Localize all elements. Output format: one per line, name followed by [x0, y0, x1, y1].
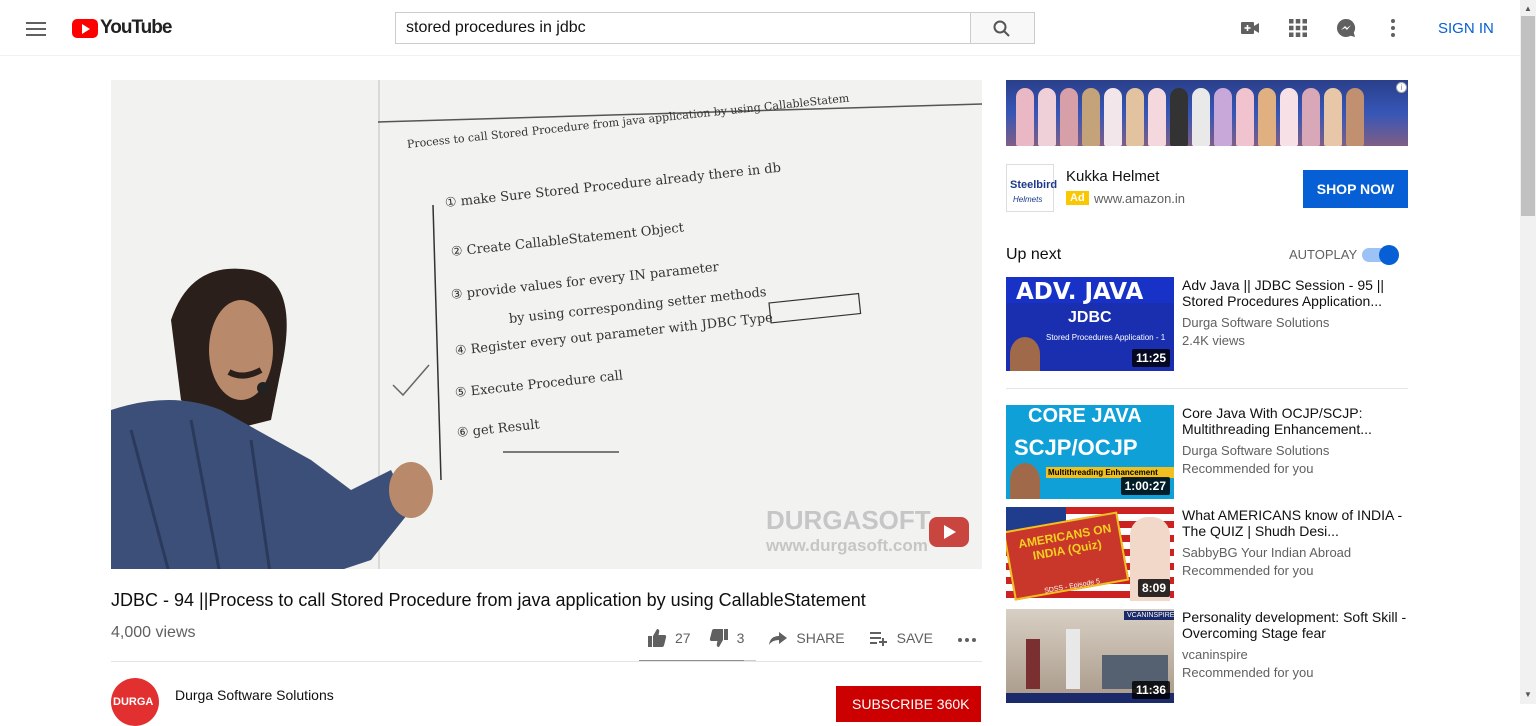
dislike-count: 3 — [736, 630, 745, 646]
thumb-subtitle: SCJP/OCJP — [1014, 435, 1138, 460]
video-meta: Recommended for you — [1182, 563, 1314, 578]
video-thumbnail[interactable]: ADV. JAVA JDBC Stored Procedures Applica… — [1006, 277, 1174, 371]
search-input[interactable]: stored procedures in jdbc — [395, 12, 971, 44]
like-button[interactable]: 27 — [647, 628, 691, 648]
youtube-watermark-icon[interactable] — [929, 517, 969, 547]
like-count: 27 — [675, 630, 691, 646]
scroll-up-icon[interactable]: ▲ — [1524, 4, 1532, 13]
ad-title[interactable]: Kukka Helmet — [1066, 168, 1159, 185]
video-duration: 11:36 — [1131, 681, 1170, 699]
recommended-video[interactable]: ADV. JAVA JDBC Stored Procedures Applica… — [1006, 277, 1408, 371]
ad-banner-people — [1016, 88, 1368, 146]
channel-name[interactable]: Durga Software Solutions — [175, 687, 334, 703]
video-player[interactable]: Process to call Stored Procedure from ja… — [111, 80, 982, 569]
recommended-video[interactable]: CORE JAVA SCJP/OCJP Multithreading Enhan… — [1006, 405, 1408, 499]
thumb-brand: VCANINSPIRE — [1124, 611, 1174, 620]
save-button[interactable]: SAVE — [869, 628, 933, 648]
scroll-down-icon[interactable]: ▼ — [1524, 690, 1532, 699]
video-meta: Recommended for you — [1182, 665, 1314, 680]
sign-in-link[interactable]: SIGN IN — [1438, 20, 1494, 37]
subscribe-button[interactable]: SUBSCRIBE 360K — [836, 686, 981, 722]
masthead: YouTube stored procedures in jdbc SIGN I… — [0, 0, 1520, 56]
menu-icon[interactable] — [24, 18, 48, 38]
create-video-icon[interactable] — [1238, 16, 1262, 40]
watermark: DURGASOFT — [766, 505, 931, 535]
more-horiz-icon[interactable] — [955, 626, 979, 650]
thumbs-up-icon — [648, 629, 667, 647]
thumb-title: ADV. JAVA — [1016, 279, 1144, 305]
avatar-text: DURGA — [113, 696, 154, 708]
search-icon — [993, 20, 1010, 37]
video-meta: 2.4K views — [1182, 333, 1245, 348]
video-title: JDBC - 94 ||Process to call Stored Proce… — [111, 590, 866, 610]
search-button[interactable] — [970, 12, 1035, 44]
more-vert-icon[interactable] — [1381, 16, 1405, 40]
channel-name[interactable]: vcaninspire — [1182, 647, 1248, 662]
video-thumbnail[interactable]: AMERICANS ON INDIA (Quiz) SDSS - Episode… — [1006, 507, 1174, 601]
scrollbar-thumb[interactable] — [1521, 16, 1535, 216]
video-duration: 11:25 — [1131, 349, 1170, 367]
save-label: SAVE — [896, 630, 933, 646]
share-button[interactable]: SHARE — [768, 628, 845, 648]
video-title[interactable]: Core Java With OCJP/SCJP: Multithreading… — [1182, 405, 1408, 437]
playlist-add-icon — [869, 632, 887, 646]
apps-grid-icon[interactable] — [1286, 16, 1310, 40]
ad-logo-text: Steelbird — [1010, 179, 1058, 191]
thumb-caption: Stored Procedures Application - 1 — [1046, 333, 1166, 342]
video-thumbnail[interactable]: VCANINSPIRE 11:36 — [1006, 609, 1174, 703]
channel-name[interactable]: SabbyBG Your Indian Abroad — [1182, 545, 1351, 560]
view-count: 4,000 views — [111, 624, 196, 641]
youtube-play-icon — [72, 18, 98, 38]
share-label: SHARE — [796, 630, 845, 646]
video-title[interactable]: Adv Java || JDBC Session - 95 || Stored … — [1182, 277, 1408, 309]
up-next-heading: Up next — [1006, 246, 1062, 263]
autoplay-label: AUTOPLAY — [1289, 247, 1358, 262]
video-thumbnail[interactable]: CORE JAVA SCJP/OCJP Multithreading Enhan… — [1006, 405, 1174, 499]
ad-info-icon[interactable]: i — [1396, 82, 1407, 93]
video-title[interactable]: Personality development: Soft Skill -Ove… — [1182, 609, 1408, 641]
share-icon — [769, 632, 788, 645]
channel-name[interactable]: Durga Software Solutions — [1182, 443, 1329, 458]
thumb-title: CORE JAVA — [1028, 405, 1142, 427]
ad-banner-image[interactable] — [1006, 80, 1408, 146]
thumb-subtitle: JDBC — [1068, 309, 1112, 326]
messages-icon[interactable] — [1334, 16, 1358, 40]
logo-text: YouTube — [100, 17, 172, 38]
video-meta: Recommended for you — [1182, 461, 1314, 476]
channel-avatar[interactable]: DURGA — [111, 678, 159, 726]
video-title[interactable]: What AMERICANS know of INDIA - The QUIZ … — [1182, 507, 1408, 539]
channel-name[interactable]: Durga Software Solutions — [1182, 315, 1329, 330]
dislike-button[interactable]: 3 — [709, 628, 745, 648]
presenter-figure — [111, 268, 433, 569]
recommended-video[interactable]: VCANINSPIRE 11:36 Personality developmen… — [1006, 609, 1408, 703]
youtube-logo[interactable]: YouTube — [72, 17, 172, 38]
watermark-url: www.durgasoft.com — [766, 536, 928, 555]
video-duration: 8:09 — [1137, 579, 1170, 597]
recommended-video[interactable]: AMERICANS ON INDIA (Quiz) SDSS - Episode… — [1006, 507, 1408, 601]
divider — [1006, 388, 1408, 389]
thumbs-down-icon — [709, 629, 728, 647]
video-duration: 1:00:27 — [1120, 477, 1170, 495]
ad-logo-subtext: Helmets — [1013, 195, 1043, 204]
ad-url: www.amazon.in — [1094, 191, 1186, 206]
ad-logo[interactable]: Steelbird Helmets — [1006, 164, 1058, 212]
video-actions: 27 3 SHARE SAVE — [647, 626, 979, 650]
ad-badge: Ad — [1066, 191, 1089, 205]
divider — [111, 661, 982, 662]
shop-now-button[interactable]: SHOP NOW — [1303, 170, 1408, 208]
autoplay-toggle-knob[interactable] — [1379, 245, 1399, 265]
